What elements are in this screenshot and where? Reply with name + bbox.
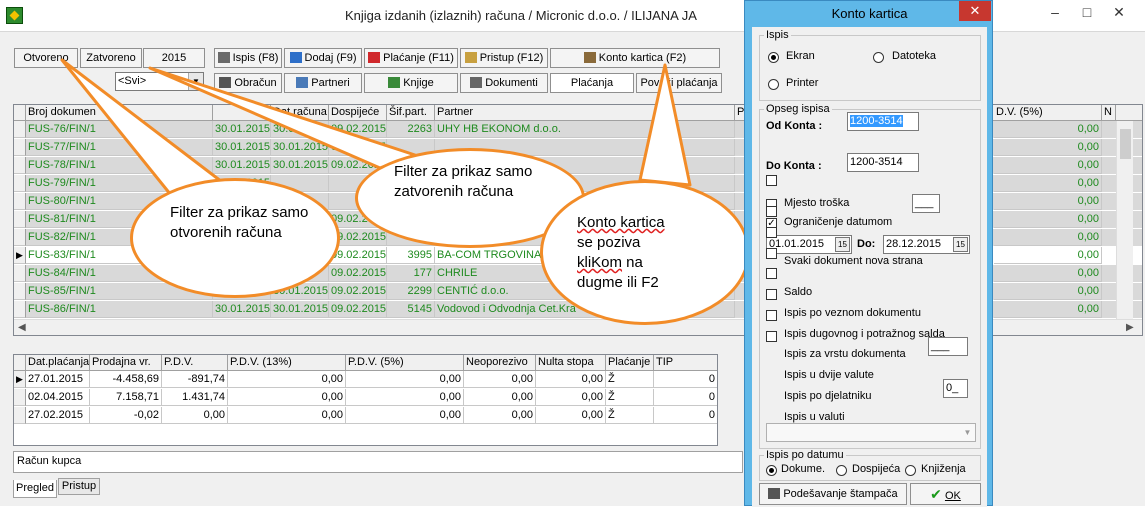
date-basis-group: Ispis po datumu Dokume. Dospijeća Knjiže…: [759, 449, 981, 481]
option-label: Svaki dokument nova strana: [784, 255, 923, 267]
radio-document-date-label: Dokume.: [781, 463, 826, 475]
date-limit-label: Ograničenje datumom: [784, 216, 893, 228]
konto-kartica-dialog: Konto kartica ✕ Ispis Ekran Datoteka Pri…: [744, 0, 993, 507]
currency-select[interactable]: ▼: [766, 423, 976, 442]
printer-icon: [768, 488, 781, 499]
radio-file-label: Datoteka: [892, 50, 937, 62]
option-label: Ispis po djelatniku: [784, 390, 872, 402]
dialog-title: Konto kartica: [831, 6, 908, 21]
option-label: Ispis za vrstu dokumenta: [784, 348, 906, 360]
output-group: Ispis Ekran Datoteka Printer: [759, 29, 981, 101]
ok-button[interactable]: ✔ OK: [910, 483, 981, 505]
cost-center-input[interactable]: ___: [912, 194, 940, 213]
callout-konto-line3a: kliKom: [577, 254, 623, 271]
callout-closed-text: Filter za prikaz samo zatvorenih računa: [394, 163, 533, 200]
callout-konto-line1: Konto kartica: [577, 214, 665, 231]
date-basis-label: Ispis po datumu: [764, 449, 846, 461]
option-label: Ispis u valuti: [784, 411, 845, 423]
calendar-icon[interactable]: 15: [953, 237, 968, 252]
calendar-icon[interactable]: 15: [835, 237, 850, 252]
date-from-input[interactable]: 01.01.2015 15: [766, 235, 852, 254]
employee-input[interactable]: 0_: [943, 379, 968, 398]
radio-posting-date[interactable]: [905, 465, 916, 476]
option-label: Ispis po veznom dokumentu: [784, 307, 921, 319]
option-checkbox[interactable]: [766, 310, 777, 321]
radio-printer[interactable]: [768, 79, 779, 90]
output-group-label: Ispis: [764, 29, 791, 41]
range-group-label: Opseg ispisa: [764, 103, 832, 115]
range-group: Opseg ispisa Od Konta : 1200-3514 Do Kon…: [759, 103, 981, 449]
option-checkbox[interactable]: [766, 289, 777, 300]
radio-posting-date-label: Knjiženja: [921, 463, 966, 475]
option-checkbox[interactable]: [766, 175, 777, 186]
radio-due-date[interactable]: [836, 465, 847, 476]
option-checkbox[interactable]: [766, 331, 777, 342]
doc-type-input[interactable]: ___: [928, 337, 968, 356]
callout-konto-text: Konto kartica se poziva kliKom na dugme …: [577, 213, 727, 293]
ok-label: OK: [944, 490, 961, 502]
radio-document-date[interactable]: [766, 465, 777, 476]
to-account-label: Do Konta :: [766, 160, 822, 172]
printer-setup-label: Podešavanje štampača: [783, 488, 898, 500]
date-to-label: Do:: [857, 238, 876, 250]
date-from-value: 01.01.2015: [769, 238, 825, 250]
from-account-value: 1200-3514: [850, 115, 903, 127]
radio-screen[interactable]: [768, 52, 779, 63]
from-account-label: Od Konta :: [766, 120, 823, 132]
date-to-value: 28.12.2015: [886, 238, 942, 250]
dialog-close-icon[interactable]: ✕: [959, 1, 991, 21]
checkmark-icon: ✔: [930, 486, 942, 502]
radio-file[interactable]: [873, 52, 884, 63]
option-label: Saldo: [784, 286, 813, 298]
callout-open-text: Filter za prikaz samo otvorenih računa: [170, 204, 309, 241]
option-label: Ispis dugovnog i potražnog salda: [784, 328, 945, 340]
option-checkbox[interactable]: [766, 268, 777, 279]
date-to-input[interactable]: 28.12.2015 15: [883, 235, 970, 254]
radio-screen-label: Ekran: [786, 50, 815, 62]
radio-printer-label: Printer: [786, 77, 819, 89]
option-checkbox[interactable]: [766, 227, 777, 238]
callout-konto-line3b: na: [622, 254, 643, 271]
option-checkbox[interactable]: [766, 248, 777, 259]
option-label: Ispis u dvije valute: [784, 369, 874, 381]
printer-setup-button[interactable]: Podešavanje štampača: [759, 483, 907, 505]
option-checkbox[interactable]: [766, 206, 777, 217]
to-account-input[interactable]: 1200-3514: [847, 153, 919, 172]
from-account-input[interactable]: 1200-3514: [847, 112, 919, 131]
callout-konto-line4: dugme ili F2: [577, 274, 659, 291]
chevron-down-icon[interactable]: ▼: [960, 424, 975, 441]
dialog-body: Ispis Ekran Datoteka Printer Opseg ispis…: [752, 27, 987, 507]
radio-due-date-label: Dospijeća: [852, 463, 901, 475]
cost-center-label: Mjesto troška: [784, 197, 850, 209]
callout-konto-line2: se poziva: [577, 234, 641, 251]
